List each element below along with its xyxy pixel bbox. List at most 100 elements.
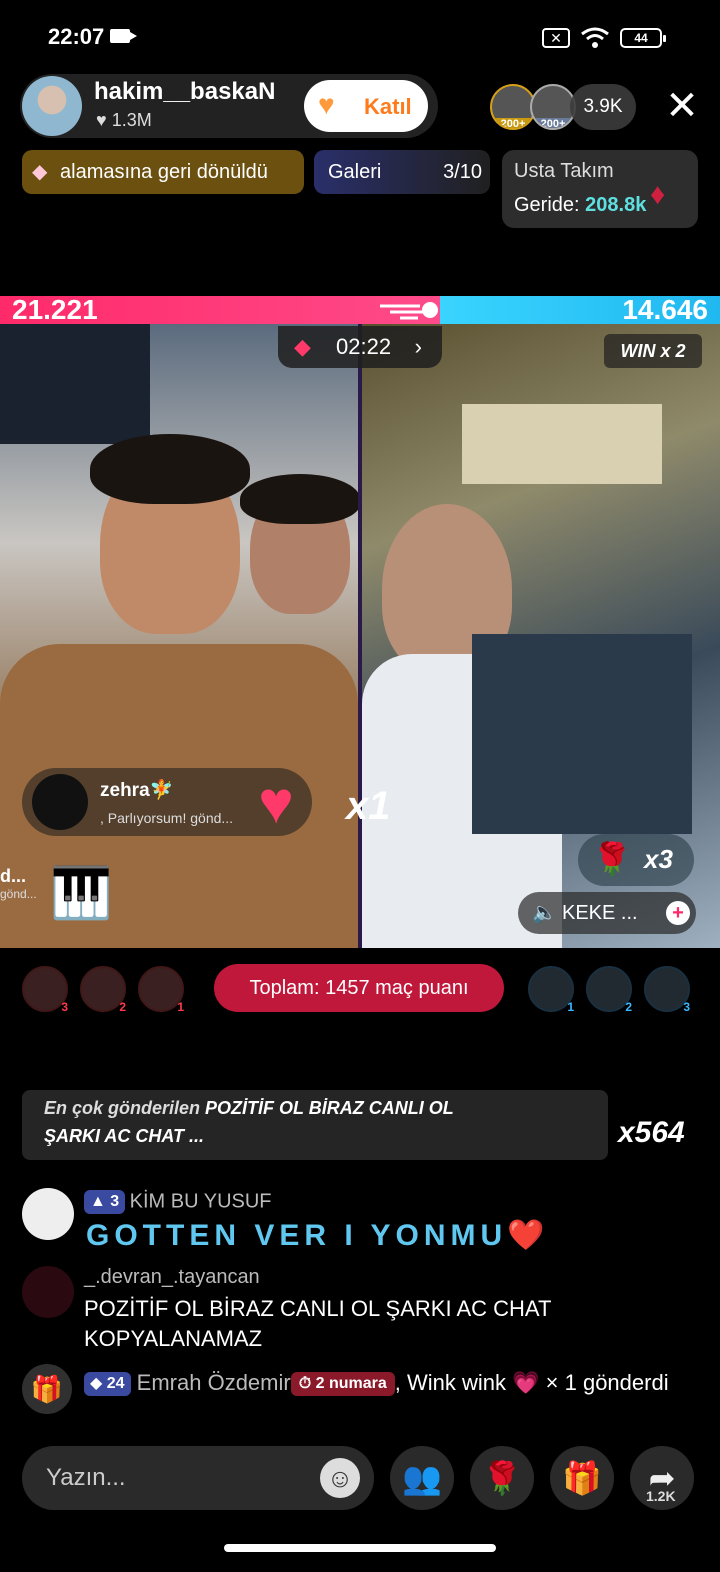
- battle-icon: ◆: [294, 334, 311, 359]
- host-pill[interactable]: hakim__baskaN ♥ 1.3M ♥ Katıl: [20, 74, 438, 138]
- opponent-name: KEKE ...: [562, 902, 638, 924]
- banner-line-2: ŞARKI AC CHAT ...: [44, 1126, 204, 1146]
- chat-username[interactable]: _.devran_.tayancan: [84, 1266, 260, 1289]
- supporter-avatar[interactable]: 2: [80, 966, 126, 1014]
- chat-avatar[interactable]: [22, 1188, 74, 1240]
- gifter-avatar: [32, 774, 88, 830]
- supporter-avatar[interactable]: 3: [22, 966, 68, 1014]
- banner-prefix: En çok gönderilen: [44, 1098, 201, 1118]
- multi-guest-button[interactable]: 👥: [390, 1446, 454, 1510]
- team-box[interactable]: Usta Takım Geride: 208.8k ♦: [502, 150, 698, 228]
- status-bar: 22:07 ✕ 44: [0, 0, 720, 76]
- rose-gift-counter: 🌹 x3: [578, 834, 694, 886]
- level-badge: ◆ 24: [84, 1372, 131, 1397]
- gift-multiplier: x1: [346, 784, 391, 828]
- ac-unit: [462, 404, 662, 484]
- heart-plus-icon: ♥: [318, 89, 335, 120]
- emoji-icon[interactable]: ☺: [320, 1458, 360, 1498]
- tv-screen: [472, 634, 692, 834]
- team-icon: ♦: [650, 178, 666, 211]
- host-name: hakim__baskaN: [94, 78, 276, 105]
- rose-multiplier: x3: [644, 844, 673, 874]
- supporter-rank: 2: [625, 1000, 632, 1014]
- window-background: [0, 324, 150, 444]
- level-badge: ▲ 3: [84, 1190, 126, 1214]
- level-value: 3: [110, 1193, 120, 1210]
- gift-description: , Parlıyorsum! gönd...: [100, 810, 234, 826]
- gallery-count: 3/10: [443, 161, 482, 183]
- gift-log-text: ◆ 24 Emrah Özdemir ⏱ 2 numara, Wink wink …: [84, 1368, 684, 1398]
- viewer-count[interactable]: 3.9K: [570, 84, 636, 130]
- wifi-icon: [581, 27, 609, 48]
- team-behind-label: Geride:: [514, 194, 580, 216]
- chat-username[interactable]: Emrah Özdemir: [137, 1370, 291, 1395]
- banner-multiplier: x564: [618, 1116, 685, 1149]
- win-streak-badge: WIN x 2: [604, 334, 702, 368]
- supporter-avatar[interactable]: 1: [528, 966, 574, 1014]
- mute-icon[interactable]: 🔈: [532, 892, 557, 934]
- supporter-rank: 1: [567, 1000, 574, 1014]
- score-left: 21.221: [12, 294, 98, 325]
- piano-gift-icon: 🎹: [50, 865, 113, 921]
- gift-log-message[interactable]: ◆ 24 Emrah Özdemir ⏱ 2 numara, Wink wink …: [22, 1368, 702, 1430]
- chat-text: POZİTİF OL BİRAZ CANLI OL ŞARKI AC CHAT …: [84, 1296, 551, 1351]
- supporter-rank: 3: [683, 1000, 690, 1014]
- diamond-icon: ◆: [32, 161, 48, 183]
- opponent-pill[interactable]: 🔈 KEKE ... +: [518, 892, 696, 934]
- follow-plus-icon[interactable]: +: [666, 901, 690, 925]
- team-behind-value: 208.8k: [585, 194, 647, 216]
- battle-score-bar: 21.221 14.646: [0, 294, 720, 325]
- viewer-badge: 200+: [532, 118, 574, 128]
- left-host-video[interactable]: [0, 324, 358, 948]
- chat-username[interactable]: KİM BU YUSUF: [130, 1191, 272, 1213]
- rank-badge: ⏱ 2 numara: [290, 1372, 395, 1397]
- supporter-avatar[interactable]: 1: [138, 966, 184, 1014]
- gallery-chip[interactable]: Galeri 3/10: [314, 150, 490, 194]
- comment-input[interactable]: Yazın... ☺: [22, 1446, 374, 1510]
- ranking-chip[interactable]: ◆ alamasına geri dönüldü: [22, 150, 304, 194]
- banner-line-1: En çok gönderilen POZİTİF OL BİRAZ CANLI…: [44, 1098, 454, 1119]
- heart-gift-icon: ♥: [258, 769, 294, 836]
- rose-icon: 🌹: [592, 841, 632, 877]
- join-label: Katıl: [364, 94, 412, 119]
- top-gift-banner: En çok gönderilen POZİTİF OL BİRAZ CANLI…: [22, 1090, 608, 1160]
- close-button[interactable]: ✕: [662, 84, 702, 128]
- rank-value: 2 numara: [315, 1375, 387, 1393]
- share-count: 1.2K: [646, 1488, 676, 1504]
- gift-text: , Wink wink 💗 × 1 gönderdi: [394, 1370, 669, 1395]
- team-title: Usta Takım: [514, 160, 614, 182]
- chevron-right-icon: ›: [414, 334, 422, 359]
- person-hair: [240, 474, 358, 524]
- comment-placeholder: Yazın...: [46, 1464, 126, 1491]
- chat-user-line: ▲ 3 KİM BU YUSUF: [84, 1190, 272, 1214]
- supporter-avatar[interactable]: 3: [644, 966, 690, 1014]
- gifter-name: zehra🧚: [100, 780, 174, 801]
- supporter-avatar[interactable]: 2: [586, 966, 632, 1014]
- chat-avatar[interactable]: [22, 1266, 74, 1318]
- viewer-badge: 200+: [492, 118, 534, 128]
- streak-icon: [380, 302, 438, 320]
- total-points-pill[interactable]: Toplam: 1457 maç puanı: [214, 964, 504, 1012]
- status-time: 22:07: [48, 24, 105, 49]
- chat-text: GOTTEN VER I YONMU❤️: [86, 1219, 550, 1252]
- timer-value: 02:22: [336, 334, 392, 359]
- battery-icon: 44: [620, 28, 666, 48]
- clipped-name: d...: [0, 866, 26, 886]
- level-value: 24: [106, 1375, 125, 1393]
- host-avatar[interactable]: [22, 76, 82, 136]
- team-behind: Geride: 208.8k: [514, 194, 646, 217]
- rose-gift-button[interactable]: 🌹: [470, 1446, 534, 1510]
- likes-count: 1.3M: [111, 110, 152, 130]
- gift-button[interactable]: 🎁: [550, 1446, 614, 1510]
- chat-message[interactable]: _.devran_.tayancan POZİTİF OL BİRAZ CANL…: [22, 1266, 702, 1356]
- score-right: 14.646: [622, 294, 708, 325]
- supporter-rank: 2: [119, 1000, 126, 1014]
- clipped-gift-popup: d... gönd...: [0, 866, 40, 926]
- ranking-text: alamasına geri dönüldü: [60, 161, 268, 183]
- home-indicator[interactable]: [224, 1544, 496, 1552]
- battle-timer[interactable]: ◆ 02:22 ›: [278, 326, 442, 368]
- host-likes: ♥ 1.3M: [96, 110, 152, 130]
- chat-message[interactable]: ▲ 3 KİM BU YUSUF GOTTEN VER I YONMU❤️: [22, 1188, 702, 1252]
- supporter-rank: 1: [177, 1000, 184, 1014]
- join-button[interactable]: ♥ Katıl: [304, 80, 428, 132]
